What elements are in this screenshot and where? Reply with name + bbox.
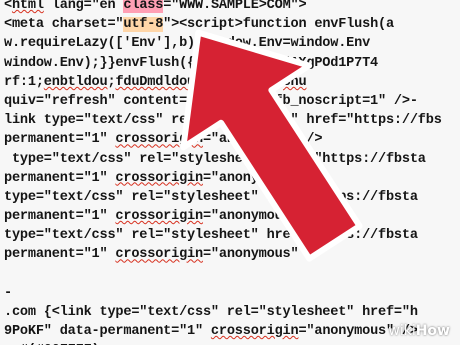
code-segment: link type="text/css" rel="stylesheet" hr… <box>4 113 442 129</box>
code-line: <meta charset="utf-8"><script>function e… <box>4 15 442 34</box>
misspelled-token: crossorigin <box>115 170 203 186</box>
code-text-area[interactable]: <html lang="en class="WWW.SAMPLE>COM"> <m… <box>4 0 442 345</box>
misspelled-token: fduDmdldou <box>115 74 196 90</box>
code-segment: permanent="1" <box>4 132 116 148</box>
watermark-suffix: How <box>415 323 450 339</box>
code-line: w.requireLazy(['Env'],b):window.Env=wind… <box>4 34 442 53</box>
code-line: permanent="1" crossorigin="anonymous" /> <box>4 245 442 264</box>
code-segment: - <box>4 285 12 301</box>
code-segment: ="anonymous" /> <box>202 170 323 186</box>
watermark-prefix: wiki <box>388 323 416 339</box>
code-line: permanent="1" crossorigin="anonymous" /> <box>4 169 442 188</box>
code-line: window.Env);}}envFlush({"ajaxpipe":"AXgP… <box>4 54 442 73</box>
code-segment: <meta charset=" <box>4 17 124 33</box>
misspelled-token: crossorigin <box>115 247 203 263</box>
code-line: .com {<link type="text/css" rel="stylesh… <box>4 303 442 322</box>
code-segment: ="anonymous" /> <box>202 132 323 148</box>
code-segment: type="text/css" rel="stylesheet" href="h… <box>4 189 418 205</box>
code-segment: type="text/css" rel="stylesheet" href="h… <box>4 228 418 244</box>
code-line: rf:1;enbtldou;fduDmdldou:b;dptdru;gsnu <box>4 73 442 92</box>
code-segment: permanent="1" <box>4 247 116 263</box>
misspelled-token: gsnu <box>274 74 307 90</box>
code-line: type="text/css" rel="stylesheet" href="h… <box>4 226 442 245</box>
misspelled-token: dptdru <box>218 74 267 90</box>
code-segment: permanent="1" <box>4 209 116 225</box>
misspelled-token: enbtldou <box>43 74 108 90</box>
code-segment: ="WWW.SAMPLE>COM"> <box>163 0 307 13</box>
highlighted-class-attribute: class <box>123 0 164 13</box>
code-segment: ="anonymous" /> <box>202 209 323 225</box>
code-segment: window.Env);}}envFlush({"ajaxpipe":"AXgP… <box>4 55 379 71</box>
misspelled-token: crossorigin <box>115 209 203 225</box>
code-segment: < <box>4 0 12 13</box>
code-segment: "><script>function envFlush(a <box>163 17 394 33</box>
code-line: quiv="refresh" content="0; URL=/?_fb_nos… <box>4 92 442 111</box>
code-segment: :b; <box>195 74 219 90</box>
code-line: 9PoKF" data-permanent="1" crossorigin="a… <box>4 322 442 341</box>
code-line: <html lang="en class="WWW.SAMPLE>COM"> <box>4 0 442 15</box>
wikihow-watermark: wikiHow <box>388 323 450 339</box>
code-segment: 9PoKF" data-permanent="1" <box>4 324 211 340</box>
misspelled-token: crossorigin <box>210 324 299 340</box>
code-segment: permanent="1" <box>4 170 116 186</box>
code-editor[interactable]: <html lang="en class="WWW.SAMPLE>COM"> <m… <box>0 0 460 345</box>
code-segment: .com {<link type="text/css" rel="stylesh… <box>4 305 418 320</box>
code-segment: type="text/css" rel="stylesheet" href="h… <box>4 151 426 167</box>
misspelled-token: html <box>11 0 44 13</box>
code-segment: lang="en <box>51 0 116 13</box>
code-segment: quiv="refresh" content="0; URL=/?_fb_nos… <box>4 93 418 109</box>
code-line: link type="text/css" rel="stylesheet" hr… <box>4 111 442 130</box>
code-line: permanent="1" crossorigin="anonymous" /> <box>4 130 442 149</box>
code-line: permanent="1" crossorigin="anonymous" /> <box>4 207 442 226</box>
code-segment: rf:1; <box>4 74 44 90</box>
code-line: type="text/css" rel="stylesheet" href="h… <box>4 188 442 207</box>
code-line: type="text/css" rel="stylesheet" href="h… <box>4 150 442 169</box>
code-segment: ="anonymous" /> <box>202 247 323 263</box>
code-line: - <box>4 284 442 303</box>
code-line: #(#00FFFF); <box>4 341 442 345</box>
code-segment: w.requireLazy(['Env'],b):window.Env=wind… <box>4 36 371 52</box>
highlighted-charset-value: utf-8 <box>123 17 164 33</box>
code-segment: ; <box>266 74 275 90</box>
misspelled-token: crossorigin <box>115 132 203 148</box>
